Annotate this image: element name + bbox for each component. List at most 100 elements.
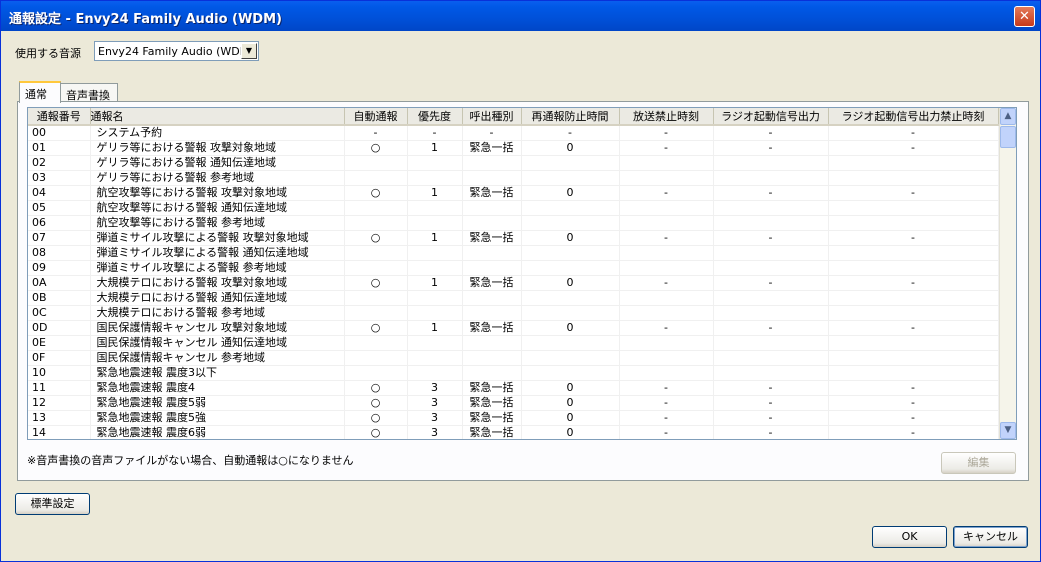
table-cell: - (828, 320, 999, 336)
table-cell (344, 350, 408, 366)
table-cell (407, 305, 463, 321)
table-cell: 0D (28, 320, 91, 336)
table-row[interactable]: 01 ゲリラ等における警報 攻撃対象地域 ○ 1 緊急一括 0- - - (28, 140, 999, 156)
close-icon[interactable]: ✕ (1014, 6, 1035, 27)
table-cell (713, 245, 829, 261)
table-row[interactable]: 08 弾道ミサイル攻撃による警報 通知伝達地域 (28, 245, 999, 261)
table-cell (462, 245, 522, 261)
table-cell: 緊急一括 (462, 425, 522, 439)
table-cell: - (713, 320, 829, 336)
table-cell: 0 (521, 410, 620, 426)
table-cell: 06 (28, 215, 91, 231)
table-row[interactable]: 10 緊急地震速報 震度3以下 (28, 365, 999, 381)
table-cell (344, 365, 408, 381)
table-cell: ○ (344, 275, 408, 291)
table-cell (619, 335, 714, 351)
table-cell (344, 335, 408, 351)
column-header[interactable]: 優先度 (407, 108, 463, 126)
table-cell: 0 (521, 380, 620, 396)
table-row[interactable]: 11 緊急地震速報 震度4 ○ 3 緊急一括 0- - - (28, 380, 999, 396)
table-row[interactable]: 0C 大規模テロにおける警報 参考地域 (28, 305, 999, 321)
table-row[interactable]: 00 システム予約 - - - - - - - (28, 125, 999, 141)
table-cell (828, 260, 999, 276)
table-cell: - (828, 185, 999, 201)
table-row[interactable]: 0A 大規模テロにおける警報 攻撃対象地域 ○ 1 緊急一括 0- - - (28, 275, 999, 291)
table-cell: - (713, 125, 829, 141)
column-header[interactable]: 通報番号 (28, 108, 91, 126)
ok-button[interactable]: OK (872, 526, 947, 548)
table-row[interactable]: 0F 国民保護情報キャンセル 参考地域 (28, 350, 999, 366)
table-cell (407, 245, 463, 261)
table-cell: 弾道ミサイル攻撃による警報 攻撃対象地域 (90, 230, 345, 246)
table-cell: 1 (407, 230, 463, 246)
chevron-down-icon[interactable]: ▼ (241, 43, 257, 59)
table-cell: ○ (344, 140, 408, 156)
table-cell: 緊急一括 (462, 320, 522, 336)
table-row[interactable]: 06 航空攻撃等における警報 参考地域 (28, 215, 999, 231)
table-row[interactable]: 14 緊急地震速報 震度6弱 ○ 3 緊急一括 0- - - (28, 425, 999, 439)
table-cell: - (828, 410, 999, 426)
scroll-up-icon[interactable]: ▲ (1000, 108, 1016, 125)
column-header[interactable]: 通報名 (90, 108, 345, 126)
table-cell: - (619, 275, 714, 291)
table-cell (407, 290, 463, 306)
table-row[interactable]: 09 弾道ミサイル攻撃による警報 参考地域 (28, 260, 999, 276)
tab-normal[interactable]: 通常 (19, 81, 61, 103)
table-cell: - (713, 425, 829, 439)
table-cell: 緊急一括 (462, 380, 522, 396)
table-cell: 0E (28, 335, 91, 351)
table-cell: 0 (521, 320, 620, 336)
table-cell (521, 155, 620, 171)
table-cell: 14 (28, 425, 91, 439)
note-text: ※音声書換の音声ファイルがない場合、自動通報は○になりません (27, 454, 354, 467)
table-cell: 緊急地震速報 震度3以下 (90, 365, 345, 381)
table-cell (619, 290, 714, 306)
column-header[interactable]: 放送禁止時刻 (619, 108, 714, 126)
table-cell: システム予約 (90, 125, 345, 141)
table-cell: - (713, 230, 829, 246)
edit-button[interactable]: 編集 (941, 452, 1016, 474)
column-header[interactable]: 再通報防止時間 (521, 108, 620, 126)
table-cell: ゲリラ等における警報 参考地域 (90, 170, 345, 186)
sound-source-select[interactable]: Envy24 Family Audio (WDM) ▼ (94, 41, 259, 61)
table-cell: 07 (28, 230, 91, 246)
scroll-down-icon[interactable]: ▼ (1000, 422, 1016, 439)
column-header[interactable]: 呼出種別 (462, 108, 522, 126)
vertical-scrollbar[interactable]: ▲ ▼ (999, 108, 1016, 439)
table-cell: 1 (407, 275, 463, 291)
table-row[interactable]: 05 航空攻撃等における警報 通知伝達地域 (28, 200, 999, 216)
table-cell: 3 (407, 425, 463, 439)
table-row[interactable]: 0D 国民保護情報キャンセル 攻撃対象地域 ○ 1 緊急一括 0- - - (28, 320, 999, 336)
table-row[interactable]: 02 ゲリラ等における警報 通知伝達地域 (28, 155, 999, 171)
table-cell: 大規模テロにおける警報 攻撃対象地域 (90, 275, 345, 291)
column-header[interactable]: ラジオ起動信号出力禁止時刻 (828, 108, 999, 126)
table-cell: - (828, 395, 999, 411)
table-cell: 大規模テロにおける警報 通知伝達地域 (90, 290, 345, 306)
table-cell (407, 215, 463, 231)
tab-voice-rewrite[interactable]: 音声書換 (60, 83, 118, 103)
table-row[interactable]: 07 弾道ミサイル攻撃による警報 攻撃対象地域 ○ 1 緊急一括 0- - - (28, 230, 999, 246)
table-cell: - (619, 425, 714, 439)
table-row[interactable]: 0B 大規模テロにおける警報 通知伝達地域 (28, 290, 999, 306)
table-row[interactable]: 03 ゲリラ等における警報 参考地域 (28, 170, 999, 186)
table-cell: 0 (521, 275, 620, 291)
default-settings-button[interactable]: 標準設定 (15, 493, 90, 515)
table-cell: - (828, 380, 999, 396)
table-row[interactable]: 12 緊急地震速報 震度5弱 ○ 3 緊急一括 0- - - (28, 395, 999, 411)
table-cell: 1 (407, 140, 463, 156)
title-bar[interactable]: 通報設定 - Envy24 Family Audio (WDM) ✕ (1, 1, 1040, 31)
window-title: 通報設定 - Envy24 Family Audio (WDM) (9, 12, 282, 27)
table-cell (521, 365, 620, 381)
table-cell: 3 (407, 395, 463, 411)
cancel-button[interactable]: キャンセル (953, 526, 1028, 548)
table-cell: 00 (28, 125, 91, 141)
table-cell: - (407, 125, 463, 141)
table-row[interactable]: 04 航空攻撃等における警報 攻撃対象地域 ○ 1 緊急一括 0- - - (28, 185, 999, 201)
scroll-thumb[interactable] (1000, 126, 1016, 148)
table-row[interactable]: 13 緊急地震速報 震度5強 ○ 3 緊急一括 0- - - (28, 410, 999, 426)
column-header[interactable]: ラジオ起動信号出力 (713, 108, 829, 126)
table-row[interactable]: 0E 国民保護情報キャンセル 通知伝達地域 (28, 335, 999, 351)
column-header[interactable]: 自動通報 (344, 108, 408, 126)
table-cell (828, 305, 999, 321)
table-cell (521, 260, 620, 276)
